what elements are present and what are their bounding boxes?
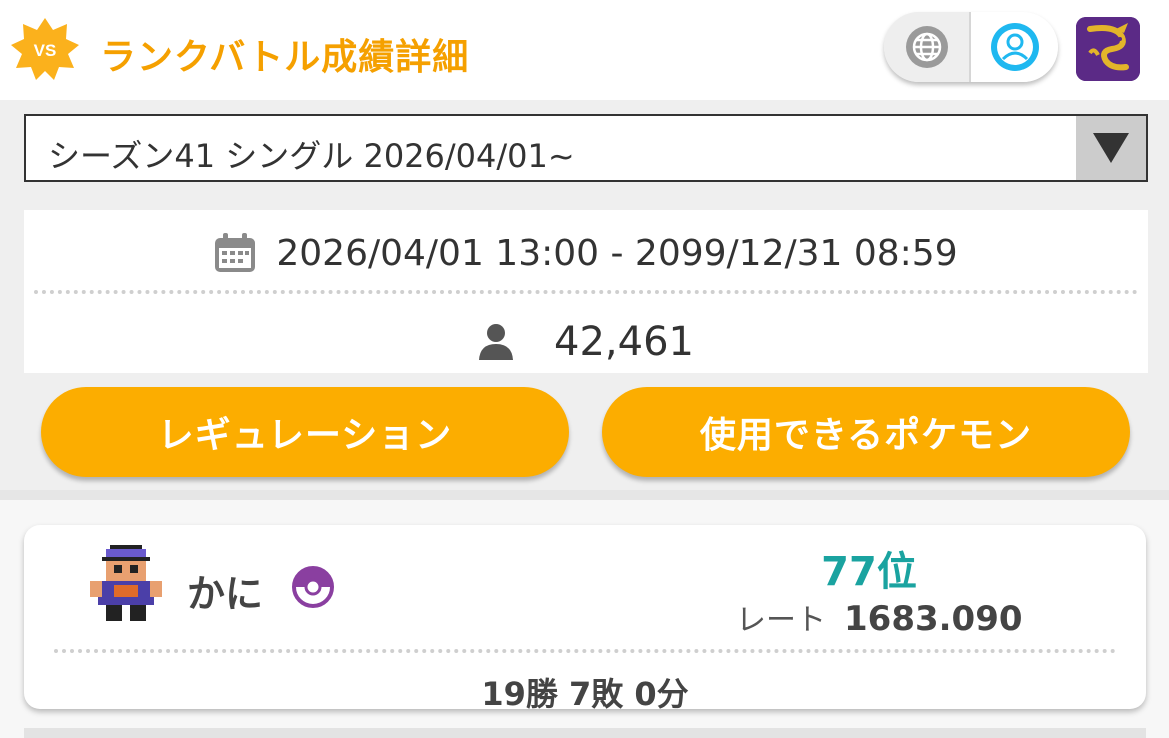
triangle-down-icon (1093, 133, 1129, 163)
player-name: かに (187, 572, 264, 616)
rate-value: 1683.090 (844, 599, 1023, 639)
app-header: VS ランクバトル成績詳細 (0, 0, 1169, 100)
svg-text:VS: VS (34, 41, 57, 60)
globe-icon (905, 26, 948, 68)
season-info-card: 2026/04/01 13:00 - 2099/12/31 08:59 42,4… (24, 210, 1148, 373)
globe-toggle-button[interactable] (884, 12, 971, 82)
regulation-button[interactable]: レギュレーション (41, 387, 569, 477)
page-title: ランクバトル成績詳細 (100, 37, 470, 78)
usable-pokemon-button[interactable]: 使用できるポケモン (602, 387, 1130, 477)
trainer-sprite-icon (90, 545, 162, 625)
rate-label: レート (736, 603, 826, 638)
season-date-row: 2026/04/01 13:00 - 2099/12/31 08:59 (24, 228, 1148, 278)
avatar-dragon-icon (1076, 17, 1140, 81)
participants-count: 42,461 (554, 319, 694, 365)
player-rank: 77位 (821, 549, 917, 595)
dotted-divider (34, 290, 1138, 294)
pokeball-icon (291, 565, 335, 609)
section-divider (0, 490, 1169, 500)
season-select[interactable]: シーズン41 シングル 2026/04/01~ (24, 114, 1148, 182)
participants-row: 42,461 (24, 315, 1148, 369)
vs-badge-icon: VS (10, 16, 80, 82)
season-select-value: シーズン41 シングル 2026/04/01~ (48, 137, 575, 175)
dotted-divider (54, 649, 1116, 653)
select-dropdown-button[interactable] (1076, 116, 1146, 180)
next-card-edge (24, 728, 1146, 738)
person-icon (479, 324, 514, 360)
calendar-icon (215, 233, 256, 272)
win-loss-record: 19勝 7敗 0分 (481, 675, 689, 713)
profile-toggle-button[interactable] (971, 12, 1058, 82)
profile-icon (990, 23, 1039, 71)
rate-row: レート 1683.090 (736, 595, 1023, 639)
player-ranking-card[interactable]: かに 77位 レート 1683.090 19勝 7敗 0分 (24, 525, 1146, 713)
season-date-range: 2026/04/01 13:00 - 2099/12/31 08:59 (276, 232, 958, 274)
user-avatar[interactable] (1076, 17, 1140, 81)
view-toggle-group (884, 12, 1058, 82)
